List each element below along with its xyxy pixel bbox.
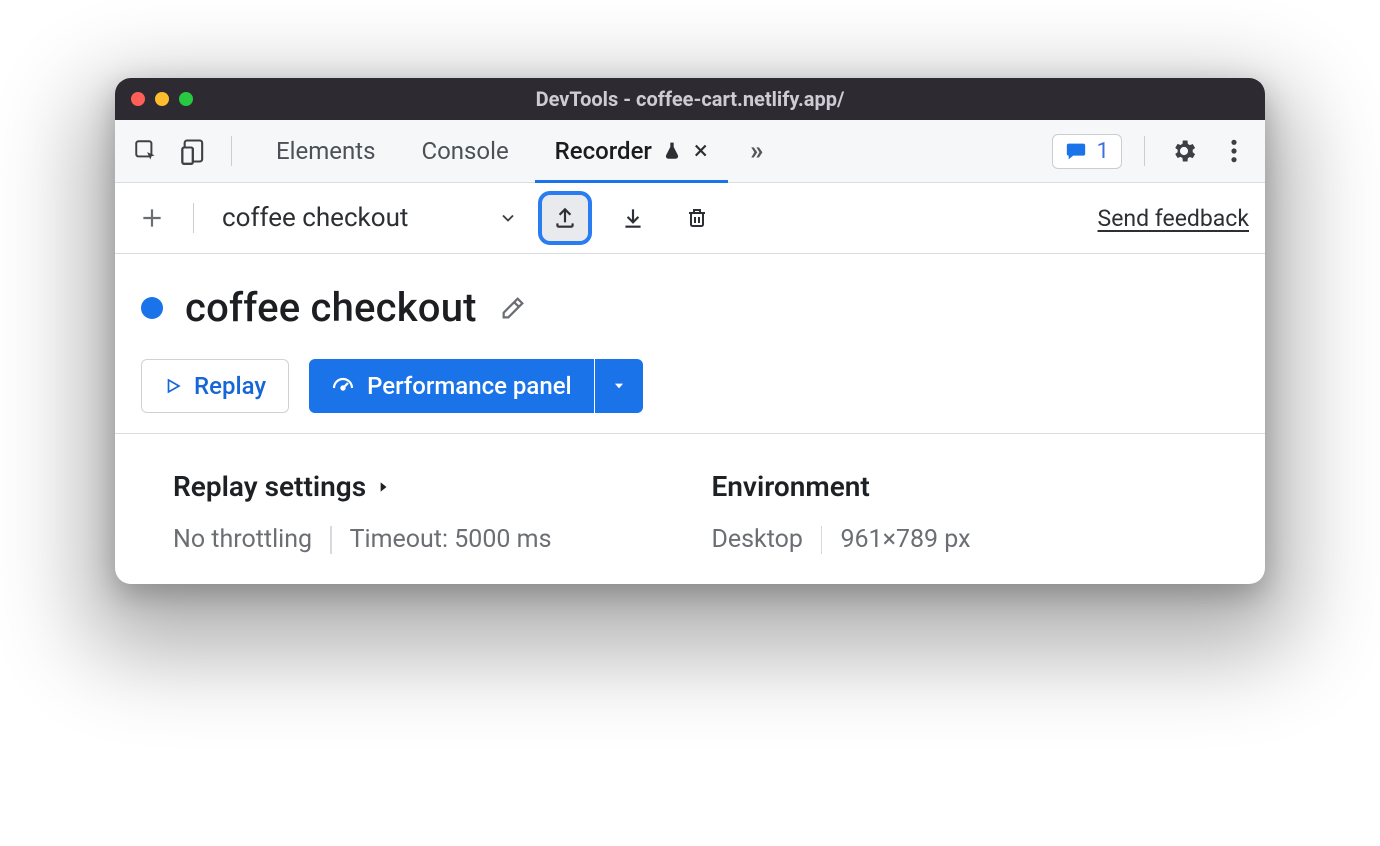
replay-settings-heading[interactable]: Replay settings (173, 470, 551, 503)
separator (231, 136, 232, 166)
recording-title: coffee checkout (185, 284, 477, 331)
expand-icon (376, 478, 390, 496)
experiment-icon (662, 141, 682, 161)
tab-console[interactable]: Console (401, 120, 528, 182)
edit-title-button[interactable] (499, 294, 527, 322)
tab-recorder[interactable]: Recorder × (535, 120, 728, 182)
titlebar: DevTools - coffee-cart.netlify.app/ (115, 78, 1265, 120)
devtools-window: DevTools - coffee-cart.netlify.app/ (115, 78, 1265, 584)
delete-button[interactable] (674, 195, 720, 241)
kebab-menu-icon[interactable] (1217, 134, 1251, 168)
window-close-button[interactable] (131, 92, 145, 106)
recording-header: coffee checkout Replay (115, 254, 1265, 434)
viewport-value: 961×789 px (840, 525, 970, 554)
replay-settings-block: Replay settings No throttling Timeout: 5… (173, 470, 551, 554)
export-button[interactable] (538, 191, 592, 245)
window-minimize-button[interactable] (155, 92, 169, 106)
window-controls (131, 92, 193, 106)
issues-count: 1 (1097, 139, 1109, 164)
device-toolbar-icon[interactable] (177, 134, 211, 168)
recording-selector[interactable]: coffee checkout (214, 203, 518, 233)
separator (821, 526, 823, 554)
tab-label: Console (421, 137, 508, 165)
send-feedback-link[interactable]: Send feedback (1098, 205, 1249, 232)
replay-settings-label: Replay settings (173, 470, 366, 503)
separator (330, 526, 332, 554)
device-value: Desktop (711, 525, 802, 554)
tab-label: Elements (276, 137, 375, 165)
import-button[interactable] (610, 195, 656, 241)
gauge-icon (331, 374, 355, 398)
close-tab-icon[interactable]: × (694, 138, 708, 164)
settings-icon[interactable] (1167, 134, 1201, 168)
replay-button[interactable]: Replay (141, 359, 289, 413)
inspect-element-icon[interactable] (129, 134, 163, 168)
window-title: DevTools - coffee-cart.netlify.app/ (115, 87, 1265, 111)
new-recording-button[interactable] (131, 197, 173, 239)
recorder-toolbar: coffee checkout (115, 183, 1265, 254)
environment-heading: Environment (711, 470, 970, 503)
separator (1144, 136, 1145, 166)
message-icon (1065, 140, 1087, 162)
separator (193, 203, 194, 233)
environment-label: Environment (711, 470, 869, 503)
performance-panel-dropdown[interactable] (595, 359, 643, 413)
settings-section: Replay settings No throttling Timeout: 5… (115, 434, 1265, 584)
throttling-value: No throttling (173, 525, 312, 554)
play-icon (164, 376, 182, 396)
timeout-value: Timeout: 5000 ms (350, 525, 552, 554)
tab-label: Recorder (555, 137, 652, 165)
more-tabs-button[interactable]: » (734, 120, 780, 182)
performance-panel-button[interactable]: Performance panel (309, 359, 594, 413)
chevron-down-icon (498, 208, 518, 228)
environment-block: Environment Desktop 961×789 px (711, 470, 970, 554)
recording-selector-label: coffee checkout (222, 203, 408, 233)
window-zoom-button[interactable] (179, 92, 193, 106)
devtools-tabstrip: Elements Console Recorder × » (115, 120, 1265, 183)
performance-panel-label: Performance panel (367, 372, 572, 400)
tab-elements[interactable]: Elements (256, 120, 395, 182)
recording-status-dot (141, 297, 163, 319)
issues-badge[interactable]: 1 (1052, 134, 1122, 169)
performance-panel-split-button: Performance panel (309, 359, 643, 413)
replay-label: Replay (194, 372, 266, 400)
